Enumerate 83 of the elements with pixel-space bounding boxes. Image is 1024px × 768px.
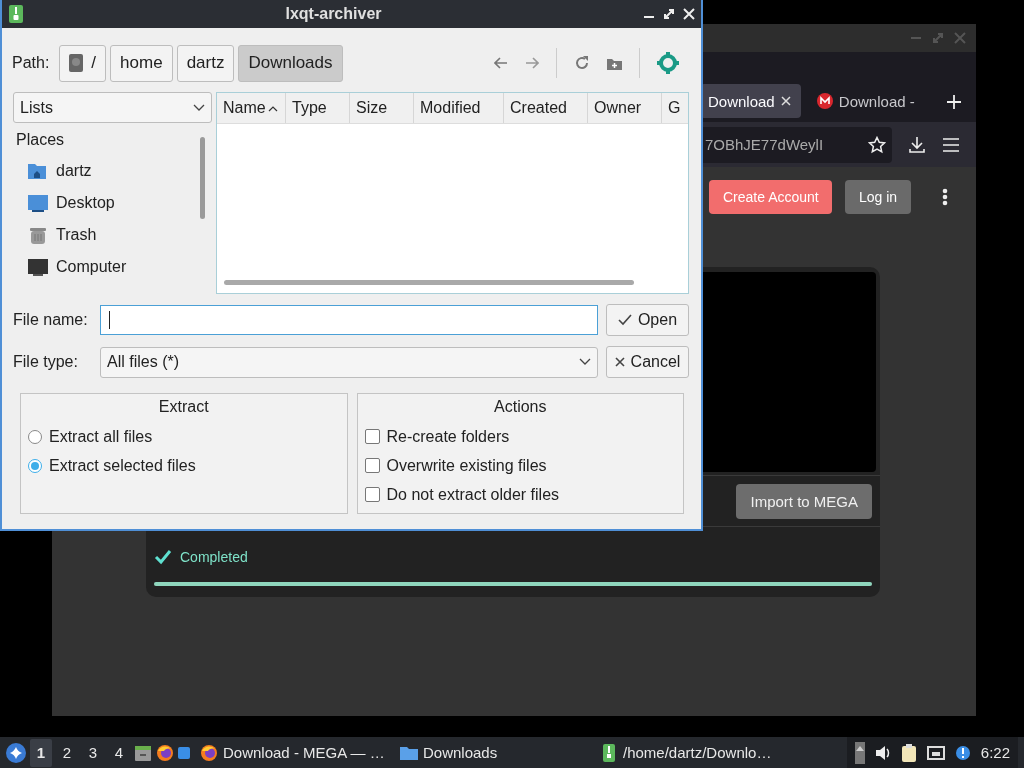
chevron-down-icon bbox=[193, 103, 205, 112]
desktop-switcher[interactable]: 3 bbox=[82, 738, 104, 767]
desktop-switcher[interactable]: 1 bbox=[30, 738, 52, 767]
open-button[interactable]: Open bbox=[606, 304, 689, 336]
column-header[interactable]: Created bbox=[504, 93, 588, 123]
trash-icon bbox=[28, 226, 48, 244]
refresh-icon[interactable] bbox=[574, 55, 590, 71]
window-title: lxqt-archiver bbox=[284, 5, 383, 23]
download-icon[interactable] bbox=[908, 135, 926, 154]
new-tab-icon[interactable] bbox=[946, 94, 962, 110]
file-name-field[interactable] bbox=[100, 305, 598, 335]
new-folder-icon[interactable] bbox=[607, 56, 622, 70]
column-header[interactable]: Owner bbox=[588, 93, 662, 123]
field-label: File name: bbox=[13, 311, 89, 329]
path-label: Path: bbox=[12, 54, 50, 72]
check-icon bbox=[154, 549, 172, 565]
path-button[interactable]: / bbox=[59, 44, 107, 82]
scrollbar[interactable] bbox=[200, 137, 205, 219]
drive-icon bbox=[69, 54, 84, 72]
status-text: Completed bbox=[180, 549, 248, 565]
option-label[interactable]: Overwrite existing files bbox=[386, 456, 547, 475]
radio-button[interactable] bbox=[28, 429, 42, 444]
cancel-button[interactable]: Cancel bbox=[606, 346, 689, 378]
home-folder-icon bbox=[28, 162, 48, 180]
more-icon[interactable] bbox=[942, 188, 948, 206]
column-header[interactable]: Size bbox=[350, 93, 414, 123]
option-label[interactable]: Extract all files bbox=[49, 427, 153, 446]
taskbar-task[interactable]: Downloads bbox=[394, 737, 590, 768]
import-button[interactable]: Import to MEGA bbox=[736, 483, 872, 519]
desktop-switcher[interactable]: 2 bbox=[56, 738, 78, 767]
scrollbar[interactable] bbox=[224, 280, 634, 285]
settings-icon[interactable] bbox=[657, 52, 679, 74]
places-header: Places bbox=[15, 131, 66, 150]
path-button[interactable]: dartz bbox=[176, 44, 235, 82]
path-button[interactable]: home bbox=[110, 44, 173, 82]
desktop-switcher[interactable]: 4 bbox=[108, 738, 130, 767]
desktop-icon bbox=[28, 194, 48, 212]
file-manager-icon[interactable] bbox=[134, 743, 152, 762]
place-item[interactable]: dartz bbox=[56, 162, 92, 180]
browser-tab[interactable]: Download - bbox=[808, 84, 938, 118]
taskbar-task[interactable]: Download - MEGA — … bbox=[194, 737, 390, 768]
place-item[interactable]: Trash bbox=[56, 226, 97, 244]
view-dropdown[interactable]: Lists bbox=[13, 92, 212, 123]
checkbox[interactable] bbox=[364, 487, 380, 502]
window-icon[interactable] bbox=[178, 744, 190, 761]
column-header[interactable]: G bbox=[662, 93, 688, 123]
browser-tab[interactable]: Download bbox=[700, 84, 801, 118]
volume-icon[interactable] bbox=[874, 744, 891, 761]
path-button[interactable]: Downloads bbox=[238, 44, 343, 82]
archiver-icon bbox=[8, 4, 24, 24]
login-button[interactable]: Log in bbox=[845, 180, 911, 214]
file-type-dropdown[interactable]: All files (*) bbox=[100, 346, 598, 378]
clipboard-icon[interactable] bbox=[900, 743, 917, 762]
mega-logo-icon bbox=[816, 93, 833, 109]
close-icon bbox=[614, 357, 625, 367]
network-icon[interactable] bbox=[926, 744, 945, 761]
computer-icon bbox=[28, 258, 48, 276]
option-label[interactable]: Extract selected files bbox=[49, 456, 196, 475]
start-menu-icon[interactable] bbox=[6, 742, 26, 763]
firefox-icon bbox=[200, 743, 218, 762]
check-icon bbox=[617, 314, 632, 326]
group-title: Actions bbox=[493, 398, 548, 417]
group-title: Extract bbox=[157, 398, 210, 417]
option-label[interactable]: Re-create folders bbox=[386, 427, 510, 446]
clock[interactable]: 6:22 bbox=[980, 744, 1010, 761]
chevron-down-icon bbox=[579, 358, 591, 366]
column-header[interactable]: Type bbox=[286, 93, 350, 123]
archiver-icon bbox=[600, 743, 618, 762]
place-item[interactable]: Desktop bbox=[56, 194, 115, 212]
column-header[interactable]: Modified bbox=[414, 93, 504, 123]
firefox-icon[interactable] bbox=[156, 743, 174, 762]
notification-icon[interactable] bbox=[954, 744, 971, 761]
field-label: File type: bbox=[13, 353, 79, 371]
place-item[interactable]: Computer bbox=[56, 258, 127, 276]
menu-icon[interactable] bbox=[942, 137, 960, 152]
column-header[interactable]: Name bbox=[217, 93, 286, 123]
checkbox[interactable] bbox=[364, 458, 380, 473]
star-icon[interactable] bbox=[868, 135, 886, 154]
taskbar-task[interactable]: /home/dartz/Downlo… bbox=[594, 737, 816, 768]
radio-button[interactable] bbox=[28, 458, 42, 473]
checkbox[interactable] bbox=[364, 429, 380, 444]
back-icon[interactable] bbox=[494, 57, 508, 69]
option-label[interactable]: Do not extract older files bbox=[386, 485, 560, 504]
